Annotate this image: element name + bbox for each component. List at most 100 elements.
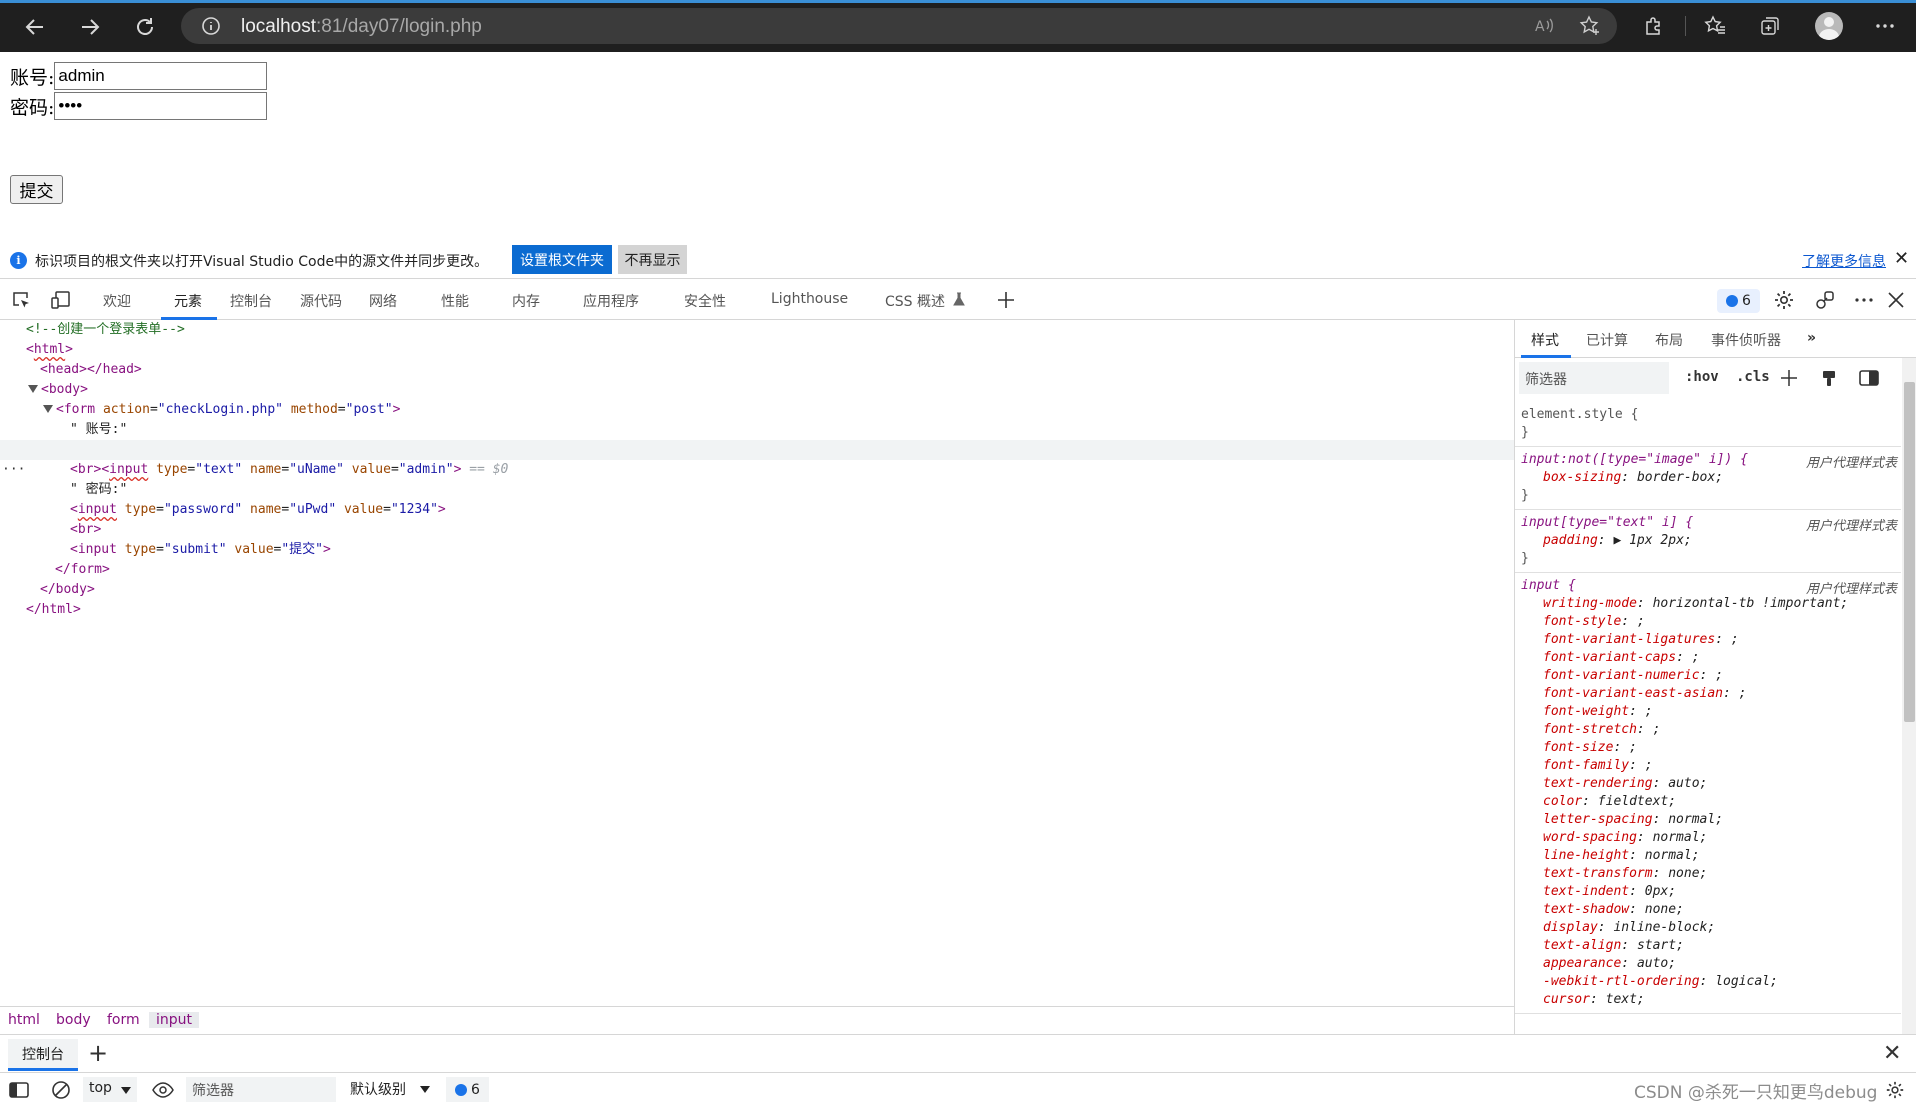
styles-scrollbar[interactable]: [1902, 358, 1916, 1034]
rule-property[interactable]: font-weight: ;: [1521, 703, 1895, 721]
rule-property[interactable]: font-style: ;: [1521, 613, 1895, 631]
live-expression-eye-icon[interactable]: [152, 1079, 174, 1101]
device-emulation-icon[interactable]: [50, 289, 72, 311]
rule-property[interactable]: font-variant-caps: ;: [1521, 649, 1895, 667]
dom-body-line[interactable]: <body>: [0, 380, 1514, 400]
tab-console[interactable]: 控制台: [230, 291, 272, 311]
dom-selected-input-line[interactable]: ··· <input type="text" name="uName" value…: [0, 440, 1514, 477]
console-sidebar-icon[interactable]: [8, 1079, 30, 1101]
rule-property[interactable]: font-variant-ligatures: ;: [1521, 631, 1895, 649]
rule-property[interactable]: font-variant-numeric: ;: [1521, 667, 1895, 685]
favorites-button[interactable]: [1702, 13, 1728, 39]
read-aloud-icon[interactable]: A: [1533, 15, 1555, 37]
rule-property[interactable]: text-align: start;: [1521, 937, 1895, 955]
dom-html-line[interactable]: <html>: [0, 340, 1514, 360]
more-tabs-chevron-icon[interactable]: »: [1807, 330, 1816, 346]
tab-security[interactable]: 安全性: [684, 291, 726, 311]
clear-console-icon[interactable]: [50, 1079, 72, 1101]
dom-head-line[interactable]: <head></head>: [0, 360, 1514, 380]
styles-filter-input[interactable]: 筛选器: [1519, 362, 1669, 394]
tab-lighthouse[interactable]: Lighthouse: [771, 291, 848, 307]
log-level-dropdown[interactable]: 默认级别: [350, 1079, 406, 1099]
rule-property[interactable]: text-transform: none;: [1521, 865, 1895, 883]
console-filter-input[interactable]: 筛选器: [186, 1077, 336, 1102]
dont-show-again-button[interactable]: 不再显示: [618, 245, 687, 274]
collections-button[interactable]: [1757, 13, 1783, 39]
toggle-sidebar-icon[interactable]: [1859, 368, 1879, 388]
dom-password-input-line[interactable]: <input type="password" name="uPwd" value…: [0, 500, 1514, 520]
back-button[interactable]: [20, 12, 50, 42]
rule-property[interactable]: cursor: text;: [1521, 991, 1895, 1009]
tab-application[interactable]: 应用程序: [583, 291, 639, 311]
learn-more-link[interactable]: 了解更多信息: [1802, 251, 1886, 271]
close-icon[interactable]: ✕: [1894, 248, 1909, 269]
dom-br-line[interactable]: <br>: [0, 520, 1514, 540]
dom-body-close-line[interactable]: </body>: [0, 580, 1514, 600]
dom-form-line[interactable]: <form action="checkLogin.php" method="po…: [0, 400, 1514, 420]
tab-event-listeners[interactable]: 事件侦听器: [1711, 330, 1781, 350]
settings-gear-icon[interactable]: [1773, 289, 1795, 311]
rule-property[interactable]: -webkit-rtl-ordering: logical;: [1521, 973, 1895, 991]
console-issues-badge[interactable]: 6: [446, 1077, 489, 1102]
password-input[interactable]: [54, 92, 268, 120]
tab-styles[interactable]: 样式: [1531, 330, 1559, 350]
tab-memory[interactable]: 内存: [512, 291, 540, 311]
extensions-button[interactable]: [1641, 13, 1667, 39]
rule-property[interactable]: appearance: auto;: [1521, 955, 1895, 973]
scrollbar-thumb[interactable]: [1904, 382, 1915, 722]
more-menu-button[interactable]: [1872, 13, 1898, 39]
issues-badge[interactable]: 6: [1717, 289, 1760, 313]
tab-welcome[interactable]: 欢迎: [103, 291, 131, 311]
rule-property[interactable]: color: fieldtext;: [1521, 793, 1895, 811]
rule-input-text[interactable]: input[type="text" i] { 用户代理样式表 padding: …: [1515, 510, 1901, 573]
context-selector[interactable]: top: [83, 1077, 137, 1102]
dom-br-line[interactable]: <br>: [0, 460, 1514, 480]
drawer-close-icon[interactable]: ✕: [1883, 1041, 1901, 1066]
dom-text-node[interactable]: " 账号:": [0, 420, 1514, 440]
dom-comment-line[interactable]: <!--创建一个登录表单-->: [0, 320, 1514, 340]
tab-layout[interactable]: 布局: [1655, 330, 1683, 350]
more-tabs-plus-icon[interactable]: [995, 289, 1017, 311]
address-bar[interactable]: localhost:81/day07/login.php A: [181, 8, 1617, 44]
rule-property[interactable]: display: inline-block;: [1521, 919, 1895, 937]
add-favorite-icon[interactable]: [1579, 15, 1601, 37]
tab-network[interactable]: 网络: [369, 291, 397, 311]
expand-triangle-icon[interactable]: [43, 405, 53, 413]
submit-button[interactable]: 提交: [10, 175, 63, 204]
rule-property[interactable]: letter-spacing: normal;: [1521, 811, 1895, 829]
rule-property[interactable]: font-family: ;: [1521, 757, 1895, 775]
rule-property[interactable]: padding: ▶ 1px 2px;: [1521, 532, 1895, 550]
rule-property[interactable]: word-spacing: normal;: [1521, 829, 1895, 847]
drawer-add-tab-icon[interactable]: +: [88, 1041, 108, 1065]
dom-html-close-line[interactable]: </html>: [0, 600, 1514, 620]
paint-brush-icon[interactable]: [1819, 368, 1839, 388]
drawer-tab-console[interactable]: 控制台: [8, 1039, 78, 1071]
rule-property[interactable]: font-size: ;: [1521, 739, 1895, 757]
forward-button[interactable]: [75, 12, 105, 42]
crumb-input[interactable]: input: [149, 1012, 200, 1028]
dom-submit-input-line[interactable]: <input type="submit" value="提交">: [0, 540, 1514, 560]
site-info-icon[interactable]: [202, 17, 220, 35]
tab-sources[interactable]: 源代码: [300, 291, 342, 311]
reload-button[interactable]: [130, 12, 160, 42]
rule-property[interactable]: writing-mode: horizontal-tb !important;: [1521, 595, 1895, 613]
inspect-element-icon[interactable]: [10, 289, 32, 311]
rule-property[interactable]: font-stretch: ;: [1521, 721, 1895, 739]
crumb-html[interactable]: html: [8, 1012, 40, 1028]
close-devtools-icon[interactable]: [1885, 289, 1907, 311]
dom-form-close-line[interactable]: </form>: [0, 560, 1514, 580]
dom-text-node[interactable]: " 密码:": [0, 480, 1514, 500]
tab-computed[interactable]: 已计算: [1586, 330, 1628, 350]
rule-property[interactable]: line-height: normal;: [1521, 847, 1895, 865]
crumb-form[interactable]: form: [107, 1012, 140, 1028]
rule-input-not-image[interactable]: input:not([type="image" i]) { 用户代理样式表 bo…: [1515, 447, 1901, 510]
console-settings-gear-icon[interactable]: [1884, 1079, 1906, 1101]
rule-property[interactable]: text-shadow: none;: [1521, 901, 1895, 919]
new-rule-plus-icon[interactable]: [1779, 368, 1799, 388]
tab-css-overview[interactable]: CSS 概述: [885, 291, 945, 311]
rule-element-style[interactable]: element.style { }: [1515, 402, 1901, 447]
profile-avatar[interactable]: [1815, 12, 1843, 40]
rule-input[interactable]: input { 用户代理样式表 writing-mode: horizontal…: [1515, 573, 1901, 1014]
rule-property[interactable]: text-indent: 0px;: [1521, 883, 1895, 901]
rule-property[interactable]: text-rendering: auto;: [1521, 775, 1895, 793]
